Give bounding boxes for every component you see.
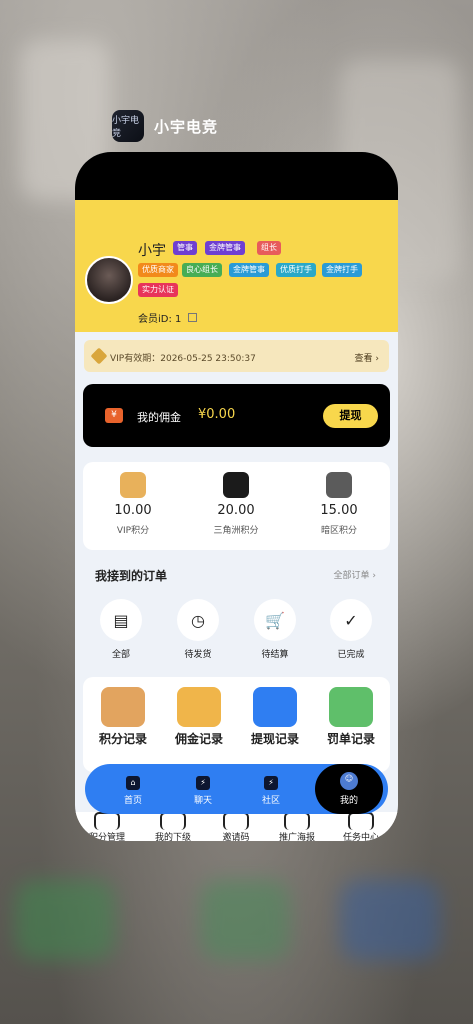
vip-bar[interactable]: VIP有效期：2026-05-25 23:50:37 查看 ›: [84, 340, 389, 372]
community-icon: ⚡: [264, 776, 278, 790]
vip-view-link[interactable]: 查看 ›: [355, 351, 379, 364]
orders-all-link[interactable]: 全部订单 ›: [334, 568, 376, 581]
app-title: 小宇电竞: [154, 117, 219, 136]
withdraw-button[interactable]: 提现: [323, 404, 378, 428]
shortcut-points-manage[interactable]: 积分管理: [79, 812, 135, 841]
bottom-shortcuts: 积分管理 我的下级 邀请码 推广海报 任务中心: [75, 812, 398, 841]
wallet-icon: ¥: [105, 408, 123, 423]
order-pending-ship-icon: ◷: [177, 599, 219, 641]
points-vip-label: VIP积分: [116, 526, 150, 536]
username: 小宇: [138, 243, 166, 259]
record-commission[interactable]: 佣金记录: [161, 683, 237, 772]
shortcut-tasks-label: 任务中心: [342, 833, 379, 841]
profile-icon: ☺: [340, 772, 358, 790]
tag-gold-manager: 金牌管事: [205, 241, 245, 255]
cart-icon: 🛒: [254, 599, 296, 641]
tag-quality-merchant: 优质商家: [138, 263, 178, 277]
medal-icon: [101, 687, 145, 727]
order-done-icon: ✓: [330, 599, 372, 641]
record-commission-label: 佣金记录: [174, 732, 223, 746]
points-vip[interactable]: 10.00 VIP积分: [83, 472, 183, 536]
vip-expiry: VIP有效期：2026-05-25 23:50:37: [110, 354, 256, 364]
order-pending-settle-label: 待结算: [261, 650, 289, 660]
app-card[interactable]: 小宇 管事 金牌管事 组长 优质商家 良心组长 金牌管事 优质打手 金牌打手 实…: [75, 152, 398, 841]
record-withdraw-label: 提现记录: [250, 732, 299, 746]
order-done-label: 已完成: [337, 650, 365, 660]
order-all-icon: ▤: [100, 599, 142, 641]
commission-card: ¥ 我的佣金 ¥0.00 提现: [83, 384, 390, 447]
orders-title: 我接到的订单: [95, 569, 168, 583]
order-pending-ship-label: 待发货: [184, 650, 212, 660]
points-vip-value: 10.00: [114, 503, 152, 518]
tag-good-leader: 良心组长: [182, 263, 222, 277]
record-points-label: 积分记录: [98, 732, 147, 746]
shortcut-poster-label: 推广海报: [278, 833, 315, 841]
points-dark-label: 暗区积分: [320, 526, 357, 536]
tag-quality-player: 优质打手: [276, 263, 316, 277]
shortcut-tasks[interactable]: 任务中心: [333, 812, 389, 841]
points-panel: 10.00 VIP积分 20.00 三角洲积分 15.00 暗区积分: [83, 462, 390, 550]
tab-community[interactable]: ⚡ 社区: [241, 764, 301, 814]
tag-group-leader: 组长: [257, 241, 281, 255]
order-done[interactable]: ✓ 已完成: [321, 599, 381, 660]
task-icon: [348, 812, 374, 830]
points-dark-value: 15.00: [320, 503, 358, 518]
records-panel: 积分记录 佣金记录 提现记录 罚单记录: [83, 677, 390, 772]
member-id-text: 会员iD: 1: [138, 314, 182, 325]
shortcut-invite-code[interactable]: 邀请码: [208, 812, 264, 841]
chat-icon: ⚡: [196, 776, 210, 790]
commission-label: 我的佣金: [137, 411, 181, 424]
calendar-icon: [94, 812, 120, 830]
home-icon: ⌂: [126, 776, 140, 790]
coins-icon: [177, 687, 221, 727]
people-icon: [160, 812, 186, 830]
tab-chat[interactable]: ⚡ 聊天: [173, 764, 233, 814]
tab-home-label: 首页: [123, 796, 142, 806]
order-pending-ship[interactable]: ◷ 待发货: [168, 599, 228, 660]
dark-zone-icon: [326, 472, 352, 498]
commission-amount: ¥0.00: [198, 407, 236, 422]
tab-bar: ⌂ 首页 ⚡ 聊天 ⚡ 社区 ☺ 我的: [85, 764, 388, 814]
tag-manager: 管事: [173, 241, 197, 255]
status-bar: [75, 152, 398, 200]
shortcut-subordinates[interactable]: 我的下级: [145, 812, 201, 841]
shortcut-poster[interactable]: 推广海报: [269, 812, 325, 841]
copy-icon[interactable]: [187, 313, 197, 322]
app-switcher-header[interactable]: 小宇电竞 小宇电竞: [112, 110, 218, 142]
tag-gold-player: 金牌打手: [322, 263, 362, 277]
tab-community-label: 社区: [261, 796, 280, 806]
member-id: 会员iD: 1: [138, 310, 197, 325]
tag-certified: 实力认证: [138, 283, 178, 297]
shortcut-points-manage-label: 积分管理: [88, 833, 125, 841]
record-points[interactable]: 积分记录: [85, 683, 161, 772]
wallet-icon: [253, 687, 297, 727]
send-icon: [284, 812, 310, 830]
profile-header: 小宇 管事 金牌管事 组长 优质商家 良心组长 金牌管事 优质打手 金牌打手 实…: [75, 200, 398, 332]
points-delta[interactable]: 20.00 三角洲积分: [186, 472, 286, 536]
order-pending-settle[interactable]: 🛒 待结算: [245, 599, 305, 660]
vip-badge-icon: [90, 347, 108, 365]
tag-gold-manager-2: 金牌管事: [229, 263, 269, 277]
delta-icon: [223, 472, 249, 498]
record-penalty[interactable]: 罚单记录: [313, 683, 389, 772]
app-icon[interactable]: 小宇电竞: [112, 110, 144, 142]
tab-chat-label: 聊天: [193, 796, 212, 806]
tab-home[interactable]: ⌂ 首页: [103, 764, 163, 814]
record-penalty-label: 罚单记录: [326, 732, 375, 746]
shortcut-subordinates-label: 我的下级: [154, 833, 191, 841]
tab-mine-label: 我的: [339, 796, 358, 806]
avatar[interactable]: [85, 256, 133, 304]
points-delta-label: 三角洲积分: [213, 526, 259, 536]
order-all[interactable]: ▤ 全部: [91, 599, 151, 660]
vip-badge-icon: [120, 472, 146, 498]
order-all-label: 全部: [111, 650, 130, 660]
gamepad-icon: [329, 687, 373, 727]
points-dark[interactable]: 15.00 暗区积分: [289, 472, 389, 536]
tab-mine[interactable]: ☺ 我的: [315, 764, 383, 814]
shortcut-invite-code-label: 邀请码: [222, 833, 250, 841]
points-delta-value: 20.00: [217, 503, 255, 518]
record-withdraw[interactable]: 提现记录: [237, 683, 313, 772]
mail-icon: [223, 812, 249, 830]
